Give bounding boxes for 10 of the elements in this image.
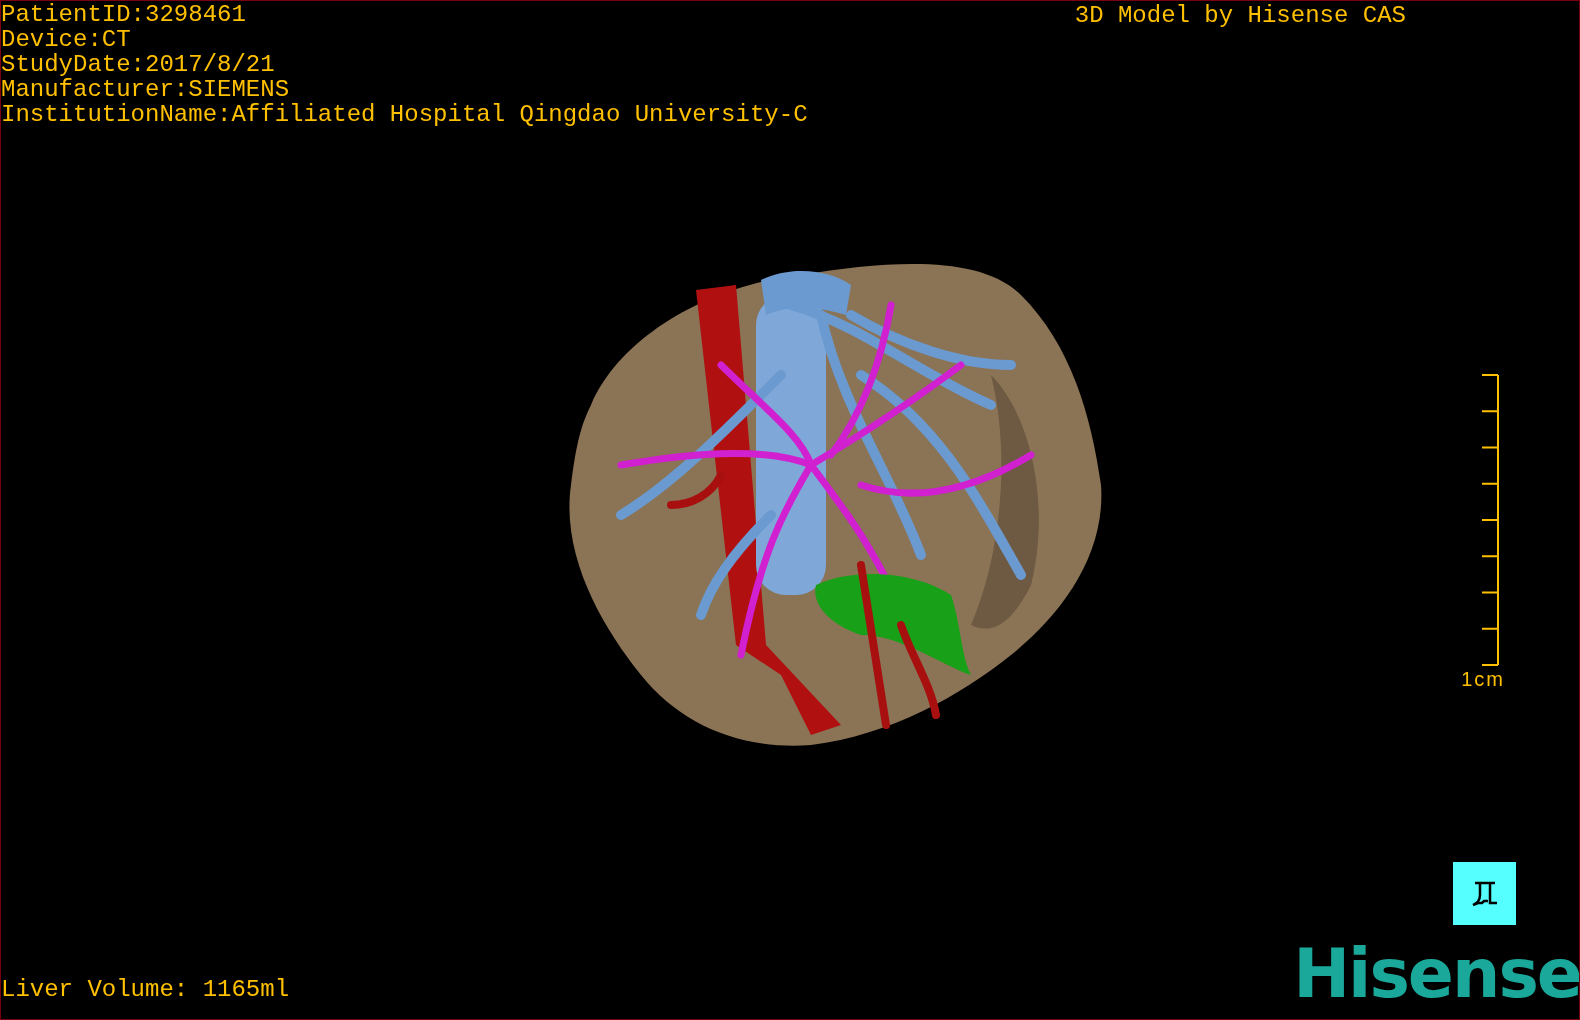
hisense-logo: Hisense	[1293, 939, 1579, 1009]
view-orientation-button[interactable]	[1453, 862, 1516, 925]
study-info-line: StudyDate:2017/8/21	[1, 52, 276, 77]
study-info-line: PatientID:3298461	[1, 2, 247, 27]
study-info-line: InstitutionName:Affiliated Hospital Qingdao University-C	[1, 102, 808, 127]
scale-label: 1cm	[1461, 668, 1505, 691]
study-info-line: Device:CT	[1, 27, 132, 52]
liver-volume: Liver Volume: 1165ml	[1, 977, 290, 1003]
study-info-line: Manufacturer:SIEMENS	[1, 77, 291, 102]
app-title: 3D Model by Hisense CAS	[1074, 1, 1406, 31]
